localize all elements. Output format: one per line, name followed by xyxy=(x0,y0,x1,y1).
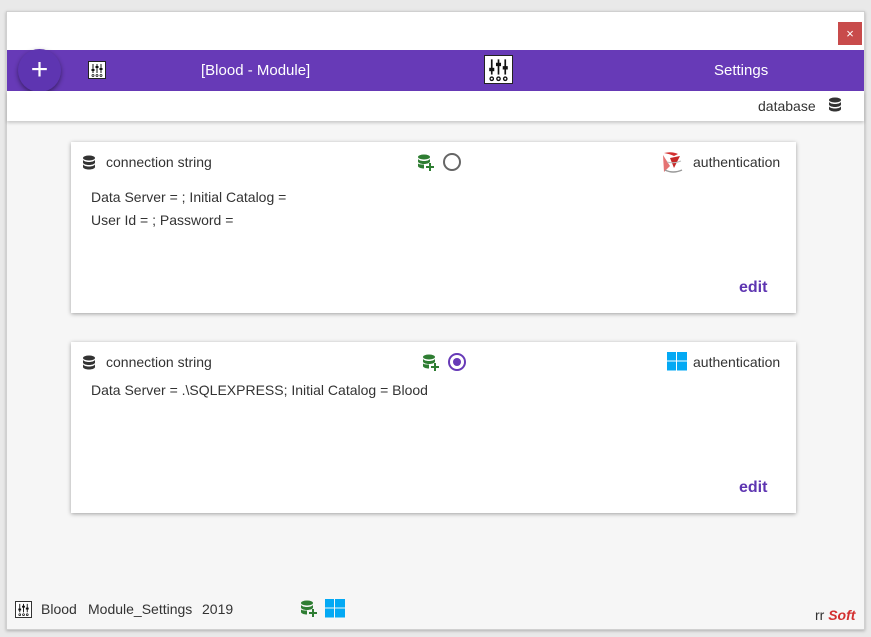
edit-button[interactable]: edit xyxy=(739,279,767,297)
authentication-label: authentication xyxy=(693,154,781,170)
module-title: [Blood - Module] xyxy=(201,62,311,79)
connection-line: Data Server = .\SQLEXPRESS; Initial Cata… xyxy=(91,382,428,398)
database-status-icon xyxy=(300,600,318,617)
database-icon xyxy=(82,155,96,171)
connection-line: Data Server = ; Initial Catalog = xyxy=(91,189,287,205)
database-icon xyxy=(82,355,96,371)
database-subbar: database xyxy=(7,91,864,121)
connection-card-windows-auth: connection string authentication Data Se… xyxy=(71,342,796,513)
brand-logo: rr Soft xyxy=(815,607,855,623)
sql-server-icon xyxy=(660,150,686,176)
settings-sliders-icon[interactable] xyxy=(88,61,106,79)
connection-string-text: Data Server = ; Initial Catalog = User I… xyxy=(91,186,286,232)
authentication-label: authentication xyxy=(693,354,781,370)
connection-string-text: Data Server = .\SQLEXPRESS; Initial Cata… xyxy=(91,379,428,402)
top-navbar: + [Blood - Module] Settings xyxy=(7,49,864,92)
add-database-icon[interactable] xyxy=(422,354,440,371)
select-connection-radio[interactable] xyxy=(448,353,466,371)
app-window: × + [Blood - Module] Settings database c… xyxy=(6,11,865,630)
module-settings-icon[interactable] xyxy=(484,55,513,84)
database-icon[interactable] xyxy=(828,97,842,113)
windows-icon xyxy=(325,599,345,618)
connection-card-sql-auth: connection string authentication Data Se… xyxy=(71,142,796,313)
footer-module: Blood xyxy=(41,601,77,617)
add-database-icon[interactable] xyxy=(417,154,435,171)
settings-link[interactable]: Settings xyxy=(714,62,768,79)
database-label: database xyxy=(758,98,816,114)
settings-sliders-icon xyxy=(15,601,32,618)
title-bar: × xyxy=(7,12,864,50)
select-connection-radio[interactable] xyxy=(443,153,461,171)
connection-string-label: connection string xyxy=(106,154,212,170)
edit-button[interactable]: edit xyxy=(739,479,767,497)
connection-string-label: connection string xyxy=(106,354,212,370)
windows-icon xyxy=(667,352,687,371)
connection-line: User Id = ; Password = xyxy=(91,212,234,228)
footer-settings: Module_Settings xyxy=(88,601,193,617)
add-button[interactable]: + xyxy=(18,49,61,92)
brand-name: Soft xyxy=(828,607,856,623)
brand-prefix: rr xyxy=(815,607,825,623)
close-button[interactable]: × xyxy=(838,22,862,45)
footer-year: 2019 xyxy=(202,601,234,617)
